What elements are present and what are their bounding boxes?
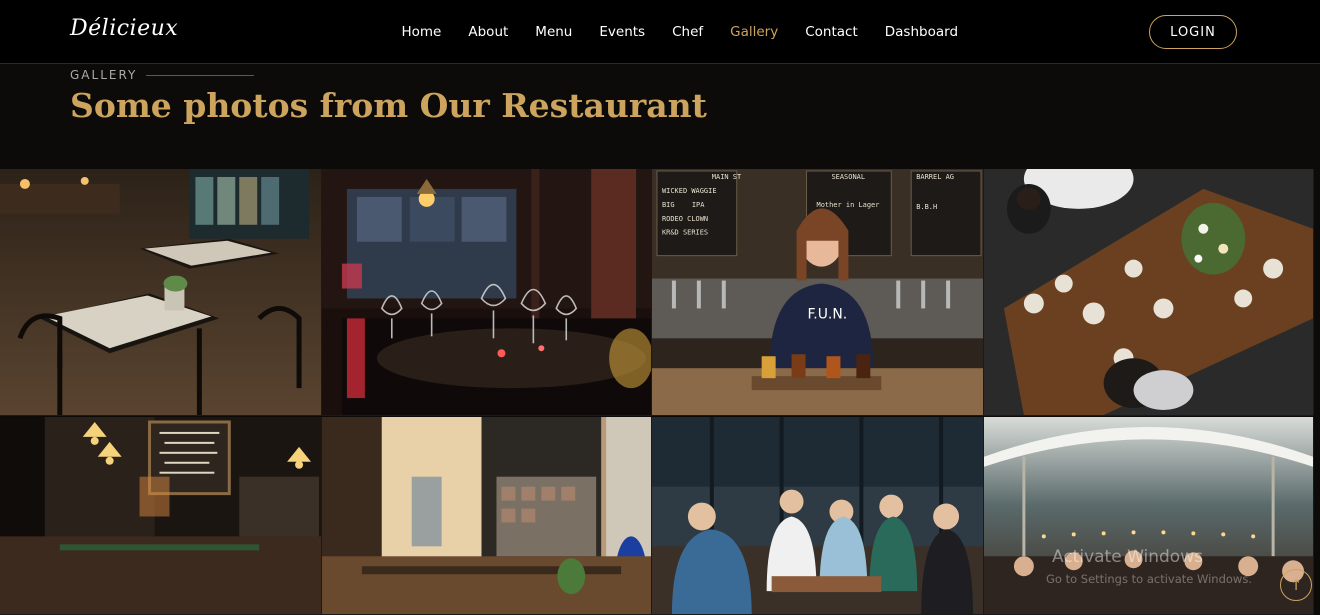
gallery-photo-bartender[interactable]: MAIN ST SEASONAL BARREL AG WICKED WAGGIE BI…: [652, 169, 984, 416]
nav-item-dashboard[interactable]: Dashboard: [871, 0, 971, 64]
svg-text:KR&D SERIES: KR&D SERIES: [662, 229, 708, 237]
nav-item-chef[interactable]: Chef: [659, 0, 717, 64]
photo-image: [984, 169, 1313, 415]
svg-text:MAIN ST: MAIN ST: [712, 173, 742, 181]
svg-text:BIG: BIG: [662, 201, 675, 209]
shirt-text: F.U.N.: [808, 306, 848, 322]
gallery-photo-cafe-counter[interactable]: [322, 417, 652, 615]
gallery-photo-bistro[interactable]: [0, 417, 322, 615]
section-label: GALLERY: [70, 68, 138, 82]
main-nav: Home About Menu Events Chef Gallery Cont…: [388, 0, 972, 64]
photo-image: [322, 169, 651, 415]
nav-item-home[interactable]: Home: [388, 0, 455, 64]
login-button[interactable]: LOGIN: [1149, 15, 1237, 49]
svg-text:WICKED WAGGIE: WICKED WAGGIE: [662, 187, 717, 195]
gallery-photo-wine-glasses[interactable]: [322, 169, 652, 416]
section-title: Some photos from Our Restaurant: [70, 86, 707, 125]
svg-text:BARREL AG: BARREL AG: [916, 173, 954, 181]
gallery-photo-friends-patio[interactable]: [652, 417, 984, 615]
gallery-photo-overhead-table[interactable]: [984, 169, 1314, 416]
svg-text:SEASONAL: SEASONAL: [831, 173, 865, 181]
section-divider: [146, 75, 254, 76]
photo-image: MAIN ST SEASONAL BARREL AG WICKED WAGGIE BI…: [652, 169, 983, 415]
windows-activation-subtext: Go to Settings to activate Windows.: [1046, 572, 1252, 586]
windows-activation-watermark: Activate Windows: [1052, 547, 1203, 567]
svg-text:B.B.H: B.B.H: [916, 203, 937, 211]
photo-image: [652, 417, 983, 614]
photo-image: [0, 169, 321, 415]
arrow-up-icon[interactable]: ↑: [1280, 569, 1312, 601]
site-logo[interactable]: Délicieux: [70, 16, 178, 41]
gallery-photo-interior-tables[interactable]: [0, 169, 322, 416]
photo-image: [0, 417, 321, 614]
svg-text:RODEO CLOWN: RODEO CLOWN: [662, 215, 708, 223]
nav-item-menu[interactable]: Menu: [522, 0, 586, 64]
site-header: Délicieux Home About Menu Events Chef Ga…: [0, 0, 1320, 64]
nav-item-about[interactable]: About: [455, 0, 522, 64]
photo-image: [322, 417, 651, 614]
svg-text:Mother in Lager: Mother in Lager: [817, 201, 880, 209]
svg-text:IPA: IPA: [692, 201, 705, 209]
nav-item-contact[interactable]: Contact: [792, 0, 872, 64]
nav-item-events[interactable]: Events: [586, 0, 659, 64]
nav-item-gallery[interactable]: Gallery: [717, 0, 792, 64]
